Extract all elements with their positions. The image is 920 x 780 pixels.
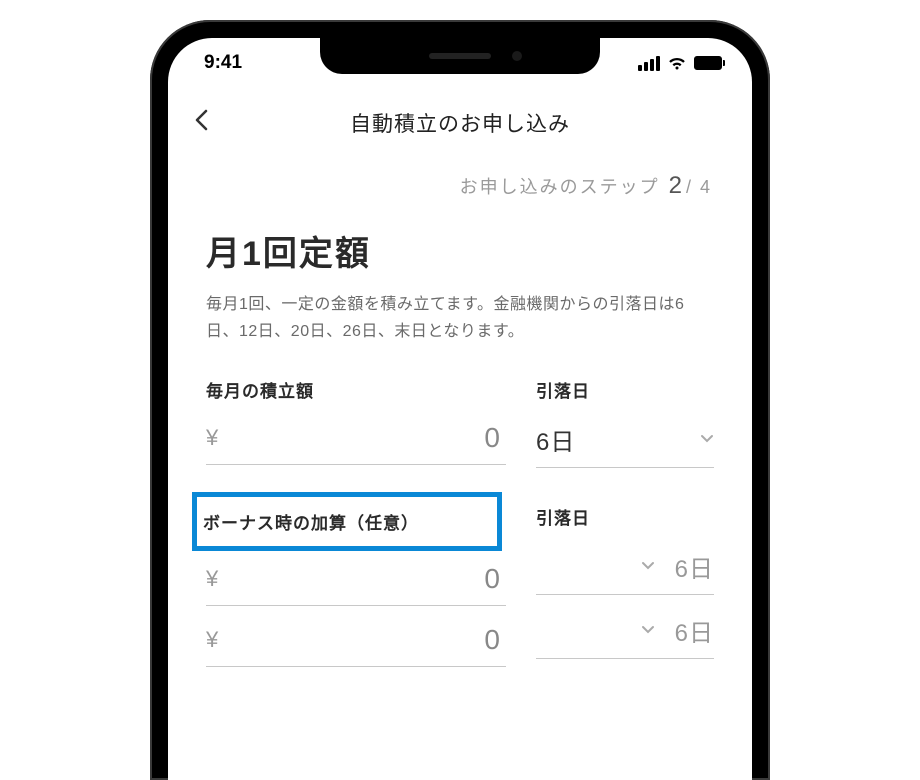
nav-bar: 自動積立のお申し込み xyxy=(168,80,752,154)
step-current: 2 xyxy=(669,172,684,199)
chevron-left-icon xyxy=(194,109,208,131)
page-title: 自動積立のお申し込み xyxy=(350,108,570,138)
currency-symbol: ¥ xyxy=(206,627,218,653)
bonus-date-value-2: 6日 xyxy=(675,613,714,648)
chevron-down-icon xyxy=(641,559,655,574)
bonus-date-select-1[interactable]: 6日 xyxy=(536,547,714,595)
monthly-date-label: 引落日 xyxy=(536,377,714,402)
currency-symbol: ¥ xyxy=(206,425,218,451)
step-separator: / xyxy=(686,177,693,197)
notch xyxy=(320,38,600,74)
wifi-icon xyxy=(667,56,687,71)
bonus-date-label: 引落日 xyxy=(536,504,714,529)
bonus-amount-input-1[interactable]: ¥ 0 xyxy=(206,561,506,606)
monthly-date-select[interactable]: 6日 xyxy=(536,420,714,468)
monthly-amount-input[interactable]: ¥ 0 xyxy=(206,420,506,465)
signal-icon xyxy=(638,56,660,71)
step-total: 4 xyxy=(700,177,712,197)
monthly-amount-value: 0 xyxy=(218,422,506,454)
step-indicator: お申し込みのステップ 2/ 4 xyxy=(168,154,752,208)
status-time: 9:41 xyxy=(204,52,242,74)
bonus-amount-input-2[interactable]: ¥ 0 xyxy=(206,622,506,667)
currency-symbol: ¥ xyxy=(206,566,218,592)
bonus-amount-value-1: 0 xyxy=(218,563,506,595)
main-title: 月1回定額 xyxy=(206,226,714,275)
monthly-amount-label: 毎月の積立額 xyxy=(206,377,506,402)
battery-icon xyxy=(694,56,722,70)
phone-frame: 9:41 自動積立のお申し込み お申し込みのステップ 2/ 4 月 xyxy=(150,20,770,780)
bonus-date-value-1: 6日 xyxy=(675,549,714,584)
bonus-date-select-2[interactable]: 6日 xyxy=(536,611,714,659)
bonus-label: ボーナス時の加算（任意） xyxy=(203,509,491,534)
back-button[interactable] xyxy=(194,109,208,137)
chevron-down-icon xyxy=(641,623,655,638)
step-label: お申し込みのステップ xyxy=(460,177,660,197)
bonus-label-highlight: ボーナス時の加算（任意） xyxy=(192,492,502,551)
main-description: 毎月1回、一定の金額を積み立てます。金融機関からの引落日は6日、12日、20日、… xyxy=(206,291,714,345)
bonus-amount-value-2: 0 xyxy=(218,624,506,656)
screen: 9:41 自動積立のお申し込み お申し込みのステップ 2/ 4 月 xyxy=(168,38,752,780)
chevron-down-icon xyxy=(700,432,714,447)
monthly-date-value: 6日 xyxy=(536,422,575,457)
